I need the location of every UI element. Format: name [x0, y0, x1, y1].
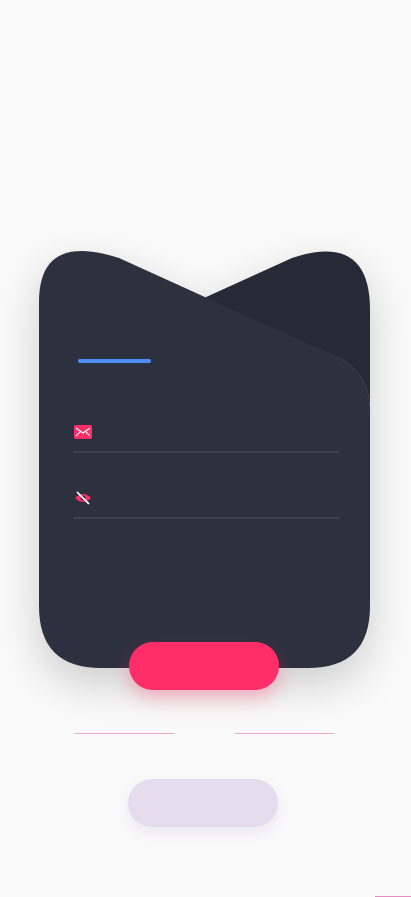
login-screen	[0, 0, 411, 897]
eye-slash-icon[interactable]	[74, 491, 92, 505]
email-field	[74, 417, 339, 453]
password-field	[74, 483, 339, 519]
login-card	[39, 250, 370, 668]
password-underline	[74, 517, 339, 519]
tab-signup-label[interactable]	[230, 300, 320, 322]
divider-right	[235, 733, 334, 734]
tab-login-label[interactable]	[78, 330, 151, 352]
envelope-icon	[74, 425, 92, 439]
login-button[interactable]	[129, 642, 279, 690]
active-tab-indicator	[78, 359, 151, 363]
email-input[interactable]	[102, 419, 338, 447]
email-underline	[74, 451, 339, 453]
secondary-login-button[interactable]	[128, 779, 278, 827]
password-input[interactable]	[102, 485, 338, 513]
divider-left	[75, 733, 174, 734]
